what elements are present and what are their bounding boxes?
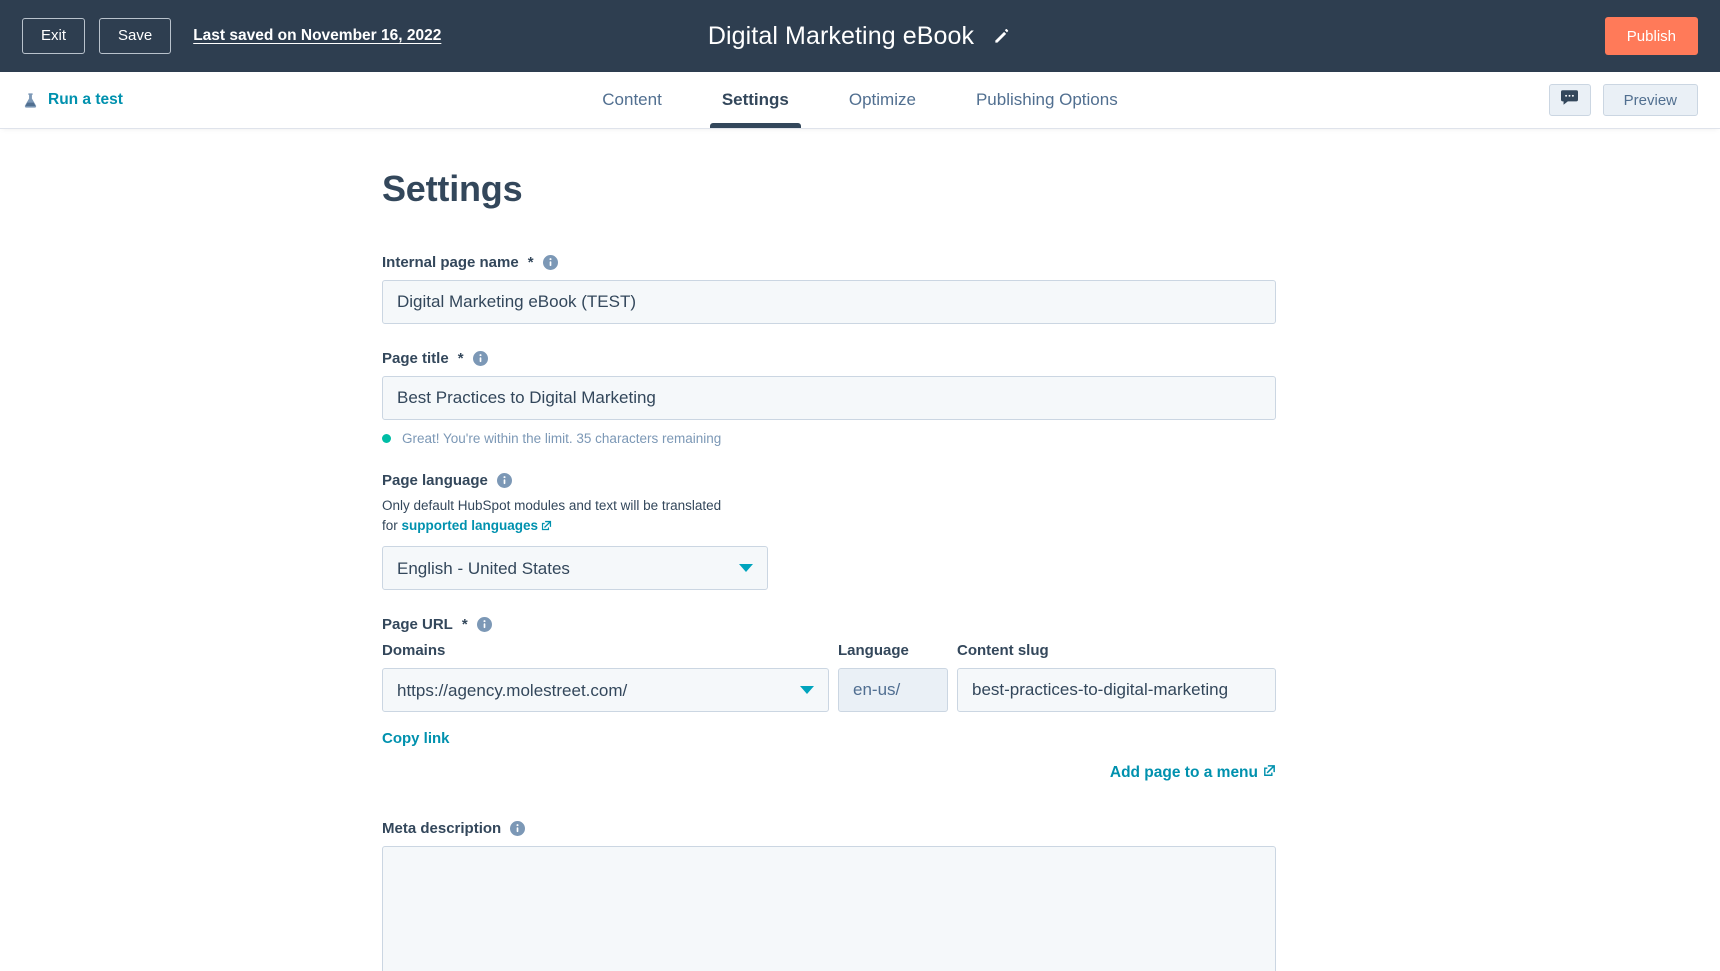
tab-optimize-label: Optimize	[849, 90, 916, 110]
page-title-helper: Great! You're within the limit. 35 chara…	[382, 431, 1276, 446]
save-button[interactable]: Save	[99, 18, 171, 54]
field-meta-description: Meta description	[382, 820, 1276, 971]
top-bar: Exit Save Last saved on November 16, 202…	[0, 0, 1720, 72]
preview-button[interactable]: Preview	[1603, 84, 1698, 116]
required-marker: *	[528, 254, 534, 271]
comment-bubble-icon	[1561, 90, 1578, 110]
meta-description-textarea[interactable]	[382, 846, 1276, 971]
top-bar-right-group: Publish	[1605, 17, 1698, 55]
add-page-to-menu-row: Add page to a menu	[382, 764, 1276, 782]
page-language-select[interactable]: English - United States	[382, 546, 768, 590]
field-page-language: Page language Only default HubSpot modul…	[382, 472, 1276, 590]
add-page-to-menu-label: Add page to a menu	[1110, 764, 1258, 782]
domain-select[interactable]: https://agency.molestreet.com/	[382, 668, 829, 712]
editor-nav-bar: Run a test Content Settings Optimize Pub…	[0, 72, 1720, 128]
tab-content-label: Content	[602, 90, 662, 110]
supported-languages-link[interactable]: supported languages	[402, 518, 539, 533]
page-language-note: Only default HubSpot modules and text wi…	[382, 496, 734, 536]
internal-page-name-input[interactable]	[382, 280, 1276, 324]
pencil-icon[interactable]	[992, 26, 1012, 46]
info-icon[interactable]	[497, 473, 512, 488]
internal-page-name-label-text: Internal page name	[382, 254, 519, 271]
page-url-slug-col: Content slug	[957, 642, 1276, 712]
tab-settings[interactable]: Settings	[692, 72, 819, 128]
settings-form-column: Settings Internal page name *	[382, 168, 1276, 971]
page-title-label: Page title *	[382, 350, 1276, 367]
page-language-label: Page language	[382, 472, 1276, 489]
settings-panel: Settings Internal page name *	[0, 128, 1720, 971]
meta-description-label: Meta description	[382, 820, 1276, 837]
nav-right-group: Preview	[1549, 84, 1698, 116]
tab-content[interactable]: Content	[572, 72, 692, 128]
info-icon[interactable]	[477, 617, 492, 632]
page-document-title: Digital Marketing eBook	[708, 22, 974, 51]
tab-optimize[interactable]: Optimize	[819, 72, 946, 128]
internal-page-name-label: Internal page name *	[382, 254, 1276, 271]
info-icon[interactable]	[510, 821, 525, 836]
add-page-to-menu-link[interactable]: Add page to a menu	[1110, 764, 1276, 782]
field-internal-page-name: Internal page name *	[382, 254, 1276, 324]
page-url-row: Domains https://agency.molestreet.com/ L…	[382, 642, 1276, 712]
required-marker: *	[462, 616, 468, 633]
page-language-label-text: Page language	[382, 472, 488, 489]
page-title-label-text: Page title	[382, 350, 449, 367]
content-slug-input[interactable]	[957, 668, 1276, 712]
info-icon[interactable]	[543, 255, 558, 270]
run-a-test-label: Run a test	[48, 91, 123, 109]
run-a-test-button[interactable]: Run a test	[22, 91, 123, 109]
page-url-label-text: Page URL	[382, 616, 453, 633]
page-language-select-wrap: English - United States	[382, 546, 768, 590]
domains-label: Domains	[382, 642, 829, 659]
page-url-label: Page URL *	[382, 616, 1276, 633]
editor-tabs: Content Settings Optimize Publishing Opt…	[0, 72, 1720, 128]
info-icon[interactable]	[473, 351, 488, 366]
publish-button[interactable]: Publish	[1605, 17, 1698, 55]
tab-publishing-options[interactable]: Publishing Options	[946, 72, 1148, 128]
field-page-title: Page title * Great! You're within the li…	[382, 350, 1276, 446]
status-dot-icon	[382, 434, 391, 443]
field-page-url: Page URL * Domains	[382, 616, 1276, 782]
top-bar-left-group: Exit Save Last saved on November 16, 202…	[22, 18, 441, 54]
last-saved-label[interactable]: Last saved on November 16, 2022	[193, 27, 441, 45]
url-language-input	[838, 668, 948, 712]
external-link-icon	[1263, 764, 1276, 782]
domain-select-wrap: https://agency.molestreet.com/	[382, 668, 829, 712]
page-url-domains-col: Domains https://agency.molestreet.com/	[382, 642, 829, 712]
meta-description-label-text: Meta description	[382, 820, 501, 837]
required-marker: *	[458, 350, 464, 367]
settings-content: Settings Internal page name *	[0, 128, 1720, 971]
tab-settings-label: Settings	[722, 90, 789, 110]
page-title-input[interactable]	[382, 376, 1276, 420]
url-language-label: Language	[838, 642, 948, 659]
comments-button[interactable]	[1549, 84, 1591, 116]
page-url-language-col: Language	[838, 642, 948, 712]
content-slug-label: Content slug	[957, 642, 1276, 659]
external-link-icon	[541, 519, 552, 534]
page-title-heading: Settings	[382, 168, 1276, 210]
exit-button[interactable]: Exit	[22, 18, 85, 54]
tab-publishing-options-label: Publishing Options	[976, 90, 1118, 110]
page-title-helper-text: Great! You're within the limit. 35 chara…	[402, 431, 721, 446]
flask-icon	[22, 92, 39, 109]
copy-link-button[interactable]: Copy link	[382, 730, 450, 747]
